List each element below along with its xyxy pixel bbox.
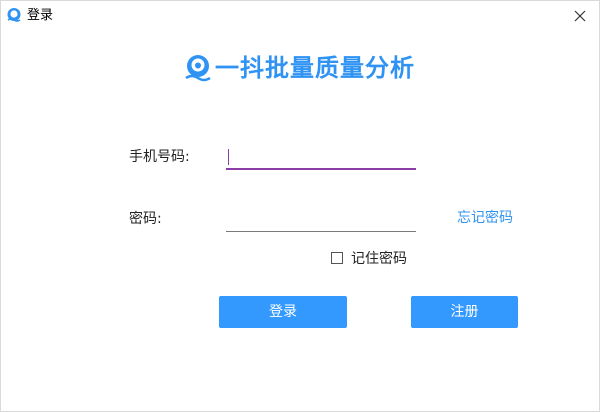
close-icon[interactable] (569, 5, 591, 27)
text-cursor (228, 149, 229, 165)
logo-text: 一抖批量质量分析 (215, 54, 415, 82)
phone-label: 手机号码: (129, 149, 190, 165)
forgot-password-link[interactable]: 忘记密码 (457, 208, 513, 228)
remember-label: 记住密码 (351, 251, 407, 267)
register-button[interactable]: 注册 (411, 296, 518, 328)
duck-logo-icon (183, 53, 213, 83)
password-input[interactable] (226, 208, 416, 232)
login-window: 登录 一抖批量质量分析 手机号码: 密码: 忘记密码 记住密码 登录 注册 (0, 0, 600, 412)
title-bar: 登录 (1, 1, 599, 31)
phone-input[interactable] (226, 146, 416, 170)
password-label: 密码: (129, 211, 162, 227)
remember-checkbox[interactable] (331, 252, 343, 264)
app-logo-icon (6, 7, 22, 23)
login-button[interactable]: 登录 (219, 296, 347, 328)
window-title: 登录 (27, 8, 54, 23)
